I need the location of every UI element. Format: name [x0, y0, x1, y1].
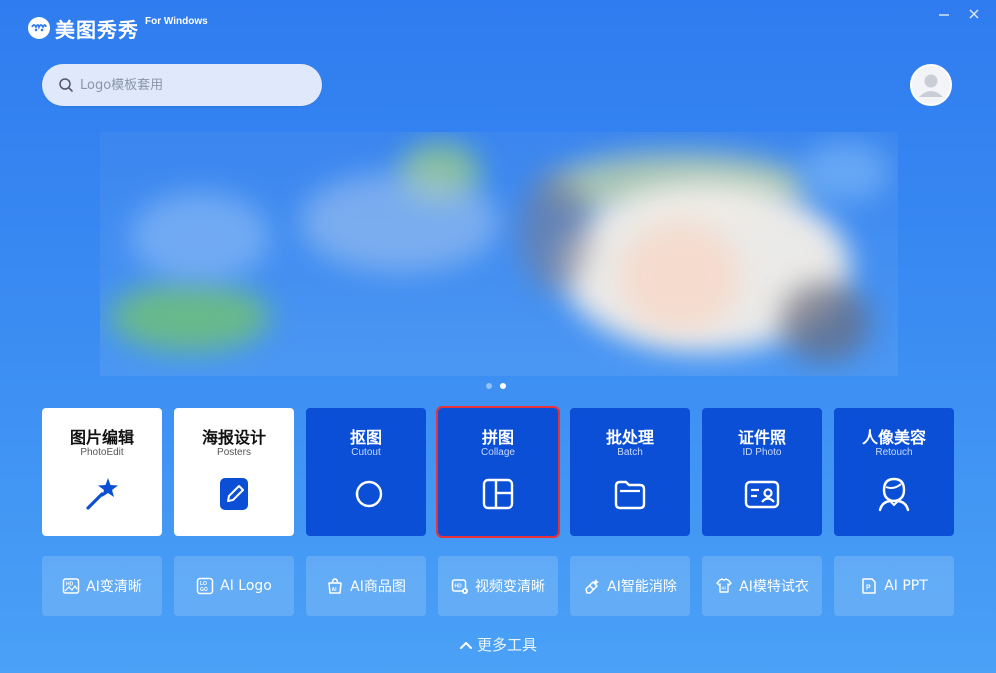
meitu-logo-icon	[28, 17, 50, 39]
small-tool-title: 视频变清晰	[475, 579, 545, 595]
tool-subtitle: Collage	[481, 447, 515, 458]
user-avatar-icon	[919, 74, 943, 97]
banner-blob	[780, 282, 870, 362]
tool-title: 拼图	[481, 428, 514, 447]
search-bar[interactable]	[42, 64, 322, 106]
banner-blob	[520, 172, 590, 292]
minimize-button[interactable]	[936, 6, 952, 22]
banner-blob	[800, 142, 890, 202]
small-tool-ai-product[interactable]: AI AI商品图	[306, 556, 426, 616]
small-tool-title: AI商品图	[350, 579, 406, 595]
banner-blob	[300, 172, 500, 272]
tool-subtitle: Cutout	[351, 447, 381, 458]
banner-blob	[130, 192, 270, 282]
svg-text:P: P	[866, 585, 871, 592]
search-icon	[59, 78, 73, 92]
small-tool-title: AI Logo	[220, 578, 272, 594]
svg-text:AI: AI	[332, 587, 338, 593]
model-outfit-icon: AI	[716, 578, 732, 593]
small-tool-ai-logo[interactable]: LO GO AI Logo	[174, 556, 294, 616]
tool-subtitle: Posters	[217, 447, 251, 458]
chevron-up-icon	[459, 641, 472, 649]
close-button[interactable]	[966, 6, 982, 22]
more-tools-label: 更多工具	[476, 636, 537, 654]
svg-text:AI: AI	[721, 586, 726, 591]
svg-text:HD: HD	[455, 584, 463, 590]
search-input[interactable]	[80, 77, 300, 93]
tool-batch[interactable]: 批处理 Batch	[570, 408, 690, 536]
small-tool-title: AI智能消除	[607, 579, 677, 595]
small-tool-title: AI变清晰	[86, 579, 142, 595]
tool-title: 批处理	[605, 428, 654, 447]
eraser-icon	[585, 579, 600, 594]
tool-subtitle: PhotoEdit	[80, 447, 124, 458]
small-tool-title: AI PPT	[884, 578, 928, 594]
tool-title: 证件照	[737, 428, 786, 447]
banner-blob	[620, 222, 740, 332]
tool-id-photo[interactable]: 证件照 ID Photo	[702, 408, 822, 536]
more-tools-button[interactable]: 更多工具	[0, 634, 996, 655]
promo-banner[interactable]	[100, 132, 898, 376]
tool-title: 抠图	[349, 428, 382, 447]
tool-title: 人像美容	[861, 428, 926, 447]
magic-wand-icon	[86, 478, 118, 510]
folder-icon	[614, 480, 646, 510]
user-avatar[interactable]	[910, 64, 952, 106]
tool-retouch[interactable]: 人像美容 Retouch	[834, 408, 954, 536]
tool-posters[interactable]: 海报设计 Posters	[174, 408, 294, 536]
collage-icon	[482, 478, 514, 510]
small-tool-title: AI模特试衣	[739, 579, 809, 595]
tool-subtitle: Batch	[617, 447, 643, 458]
app-subtitle: For Windows	[145, 16, 208, 27]
small-tool-ai-ppt[interactable]: P AI PPT	[834, 556, 954, 616]
tool-title: 海报设计	[201, 428, 266, 447]
minimize-icon	[939, 14, 949, 16]
small-tool-ai-model[interactable]: AI AI模特试衣	[702, 556, 822, 616]
hd-video-icon: HD	[451, 579, 468, 594]
id-card-icon	[744, 480, 780, 509]
banner-dot[interactable]	[486, 383, 492, 389]
small-tool-video-enhance[interactable]: HD 视频变清晰	[438, 556, 558, 616]
banner-blob	[110, 282, 270, 352]
small-tool-ai-enhance[interactable]: HD AI变清晰	[42, 556, 162, 616]
product-bag-icon: AI	[328, 578, 342, 594]
banner-dot-active[interactable]	[500, 383, 506, 389]
tool-collage[interactable]: 拼图 Collage	[436, 406, 560, 538]
app-title: 美图秀秀	[55, 17, 139, 42]
tool-title: 图片编辑	[69, 428, 134, 447]
hd-image-icon: HD	[62, 578, 80, 594]
portrait-icon	[878, 477, 910, 512]
poster-edit-icon	[220, 478, 248, 510]
tool-subtitle: ID Photo	[742, 447, 782, 458]
small-tool-ai-erase[interactable]: AI智能消除	[570, 556, 690, 616]
tool-cutout[interactable]: 抠图 Cutout	[306, 408, 426, 536]
logo-icon: LO GO	[196, 577, 214, 595]
banner-pagination	[486, 383, 506, 389]
app-logo: 美图秀秀 For Windows	[27, 14, 208, 42]
svg-text:GO: GO	[200, 587, 208, 593]
cutout-icon	[355, 480, 383, 508]
ppt-icon: P	[862, 578, 876, 594]
svg-text:HD: HD	[66, 582, 74, 588]
close-icon	[969, 9, 979, 19]
tool-subtitle: Retouch	[875, 447, 913, 458]
tool-photo-edit[interactable]: 图片编辑 PhotoEdit	[42, 408, 162, 536]
